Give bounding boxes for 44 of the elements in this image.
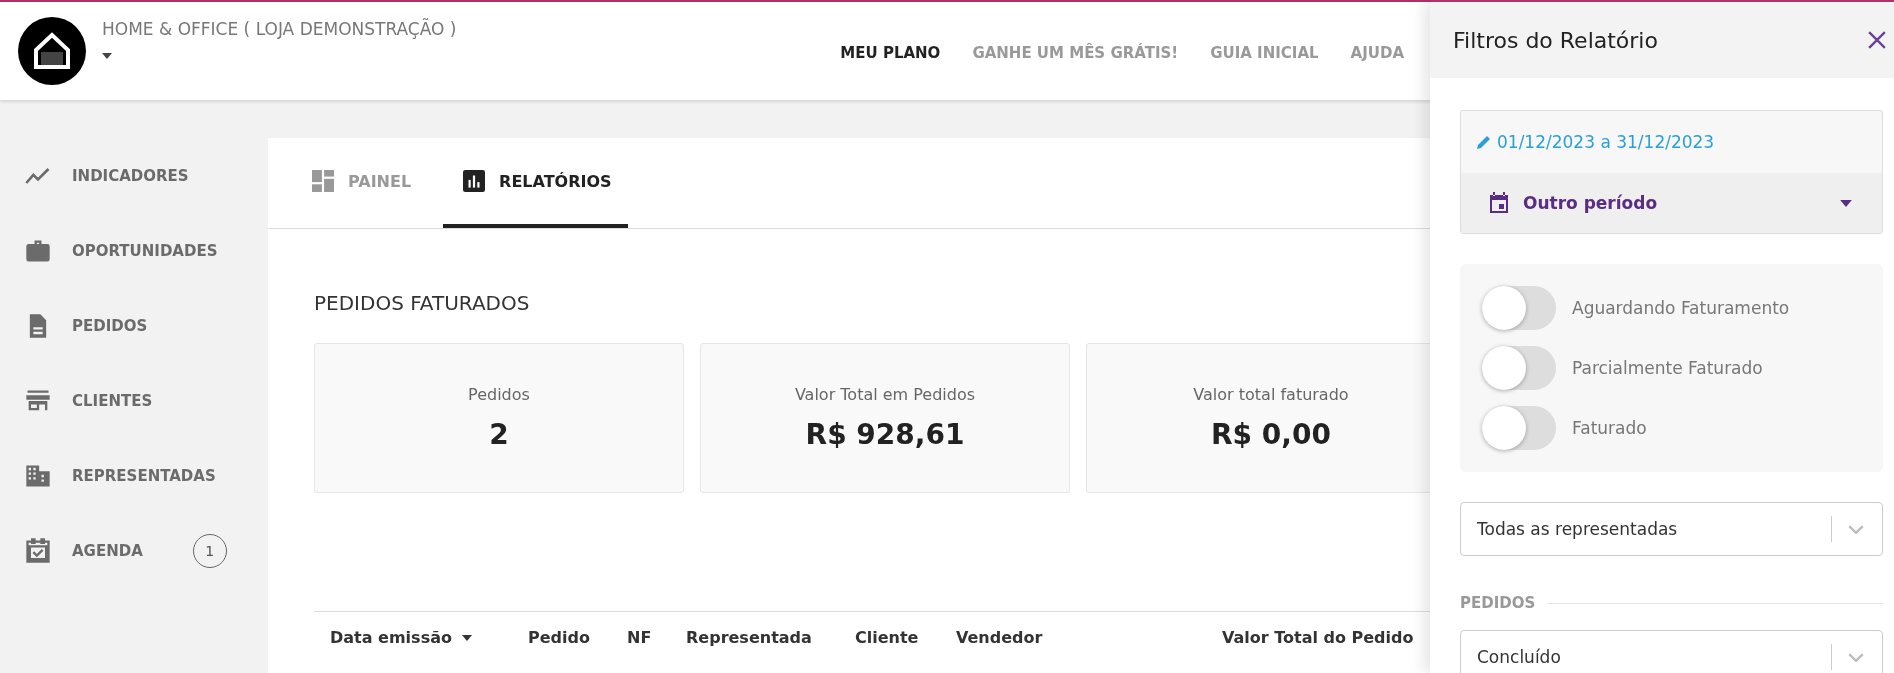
stat-value: R$ 928,61: [805, 418, 965, 451]
sort-caret-icon[interactable]: [461, 634, 472, 641]
close-icon[interactable]: [1868, 31, 1886, 49]
sidebar-item[interactable]: OPORTUNIDADES: [72, 241, 218, 260]
column-header[interactable]: Data emissão: [330, 628, 452, 647]
toggle-switch[interactable]: [1482, 346, 1556, 390]
caret-icon[interactable]: [1840, 199, 1852, 207]
toggle-switch[interactable]: [1482, 406, 1556, 450]
sidebar-item[interactable]: AGENDA: [72, 541, 143, 560]
house-logo-icon: [18, 17, 86, 85]
column-header[interactable]: Representada: [686, 628, 812, 647]
toggle-label: Aguardando Faturamento: [1572, 298, 1790, 318]
pencil-icon[interactable]: [1477, 135, 1491, 149]
tab[interactable]: RELATÓRIOS: [443, 138, 628, 228]
caret-icon[interactable]: [102, 53, 112, 59]
stat-label: Valor Total em Pedidos: [794, 385, 976, 404]
sidebar-item[interactable]: CLIENTES: [72, 391, 153, 410]
period-dropdown[interactable]: Outro período: [1461, 173, 1882, 233]
stat-label: Valor total faturado: [1193, 385, 1349, 404]
stat-value: R$ 0,00: [1211, 418, 1331, 451]
calendar-icon[interactable]: [1489, 192, 1509, 214]
column-header[interactable]: Pedido: [528, 628, 590, 647]
column-header[interactable]: Cliente: [855, 628, 919, 647]
panel-title: Filtros do Relatório: [1453, 27, 1658, 53]
orders-status-select[interactable]: Concluído: [1460, 630, 1883, 673]
sidebar-item[interactable]: PEDIDOS: [72, 316, 148, 335]
sidebar-item[interactable]: INDICADORES: [72, 166, 189, 185]
section-title: PEDIDOS FATURADOS: [314, 291, 530, 315]
calendar-check-icon[interactable]: [24, 536, 52, 565]
column-header[interactable]: NF: [627, 628, 652, 647]
stat-value: 2: [489, 418, 509, 451]
column-header[interactable]: Valor Total do Pedido: [1222, 628, 1414, 647]
section-label: PEDIDOS: [1460, 594, 1536, 612]
dashboard-icon[interactable]: [312, 170, 334, 192]
sidebar-item[interactable]: REPRESENTADAS: [72, 466, 216, 485]
toggle-switch[interactable]: [1482, 286, 1556, 330]
column-header[interactable]: Vendedor: [956, 628, 1043, 647]
nav-link[interactable]: MEU PLANO: [840, 44, 941, 62]
stat-label: Pedidos: [468, 385, 530, 404]
represented-select[interactable]: Todas as representadas: [1460, 502, 1883, 556]
store-name: HOME & OFFICE ( LOJA DEMONSTRAÇÃO ): [102, 19, 457, 39]
bar-chart-icon[interactable]: [463, 170, 486, 192]
toggle-label: Faturado: [1572, 418, 1647, 438]
toggle-label: Parcialmente Faturado: [1572, 358, 1763, 378]
